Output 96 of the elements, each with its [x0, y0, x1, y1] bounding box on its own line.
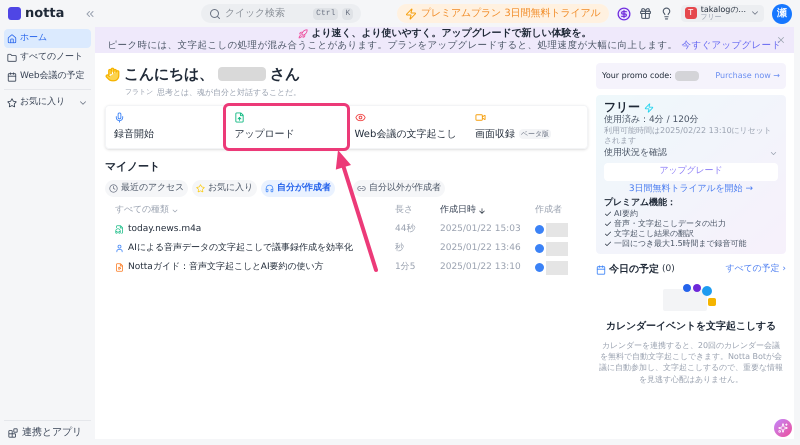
calendar-icon	[7, 72, 17, 82]
bolt-icon	[405, 8, 418, 20]
upgrade-link[interactable]: 今すぐアップグレード	[682, 40, 782, 52]
shortcut-key: Ctrl	[313, 8, 338, 20]
clock-icon	[109, 184, 118, 193]
creator-avatar	[535, 225, 544, 234]
folder-icon	[7, 52, 17, 62]
blurred-name	[546, 260, 568, 274]
headphones-icon	[265, 184, 274, 193]
link-icon	[357, 184, 366, 193]
calendar-icon	[596, 264, 606, 274]
section-title: マイノート	[105, 158, 161, 174]
note-date: 2025/01/22 13:10	[440, 260, 521, 274]
feature-item: 音声・文字起こしデータの出力	[614, 219, 726, 229]
sort-arrow-icon	[478, 207, 486, 215]
plan-name: フリー	[604, 100, 640, 114]
creator-avatar	[535, 263, 544, 272]
blurred-name	[546, 242, 568, 256]
feature-item: AI要約	[614, 209, 638, 219]
action-card[interactable]: 録音開始	[106, 106, 226, 148]
action-card[interactable]: アップロード	[226, 106, 346, 148]
note-length: 秒	[395, 242, 404, 255]
filter-tab[interactable]: 自分以外が作成者	[353, 180, 445, 197]
bolt-icon	[644, 102, 654, 112]
note-title[interactable]: AIによる音声データの文字起こしで議事録作成を効率化	[128, 242, 353, 256]
column-header: 長さ	[395, 204, 413, 218]
search-input[interactable]: クイック検索	[225, 6, 310, 21]
favorites-item[interactable]: お気に入り	[4, 93, 91, 112]
usage-toggle[interactable]: 使用状況を確認	[604, 148, 778, 160]
banner-title: より速く、より使いやすく。アップグレードで新しい体験を。	[312, 28, 592, 40]
star-icon	[7, 98, 17, 108]
schedule-title: 今日の予定	[609, 262, 659, 277]
greeting-text: こんにちは、	[124, 64, 214, 85]
note-title[interactable]: today.news.m4a	[128, 222, 202, 236]
user-avatar[interactable]: 瀬	[772, 4, 792, 24]
action-label: 画面収録	[474, 128, 515, 142]
blurred-code	[674, 71, 699, 81]
mic-icon	[114, 112, 125, 122]
sidebar-item[interactable]: すべてのノート	[4, 48, 91, 67]
note-title[interactable]: Nottaガイド：音声文字起こしとAI要約の使い方	[128, 260, 324, 274]
video-file-icon	[115, 263, 124, 272]
coin-icon[interactable]	[616, 6, 631, 20]
action-label: Web会議の文字起こし	[354, 128, 456, 142]
blurred-name	[218, 67, 266, 82]
shortcut-key: K	[342, 8, 354, 20]
audio-file-icon	[115, 225, 124, 234]
filter-tab[interactable]: お気に入り	[192, 180, 257, 197]
calendar-heading: カレンダーイベントを文字起こしする	[605, 319, 777, 334]
sidebar-item[interactable]: Web会議の予定	[4, 67, 91, 86]
filter-tab[interactable]: 自分が作成者	[261, 180, 335, 197]
trial-link[interactable]: 3日間無料トライアルを開始 →	[604, 184, 778, 195]
hand-icon	[105, 66, 120, 82]
video-camera-icon	[474, 112, 486, 122]
rocket-icon	[298, 29, 308, 40]
greeting-suffix: さん	[270, 64, 300, 85]
usage-text: 使用済み：4分 / 120分	[604, 115, 700, 126]
app-logo: notta	[25, 4, 64, 23]
integrations-item[interactable]: 連携とアプリ	[4, 424, 91, 441]
workspace-initial: T	[684, 7, 697, 20]
filter-tab[interactable]: 最近のアクセス	[105, 180, 188, 197]
features-title: プレミアム機能：	[604, 198, 677, 209]
note-date: 2025/01/22 13:46	[440, 242, 521, 255]
note-length: 44秒	[395, 222, 416, 236]
schedule-count: (0)	[662, 262, 675, 276]
column-header: 作成者	[535, 204, 562, 218]
all-schedules-link[interactable]: すべての予定 ›	[726, 262, 786, 276]
quote-text: 思考とは、魂が自分と対話することだ。	[157, 86, 301, 98]
caret-icon	[171, 207, 179, 215]
logo-icon	[8, 7, 21, 20]
banner-text: ピーク時には、文字起こしの処理が混み合うことがあります。プランをアップグレードすると、処理速度が大幅に向上します。	[108, 40, 678, 52]
creator-avatar	[535, 244, 544, 253]
reset-note: 利用可能時間は2025/02/22 13:10にリセットされます	[604, 126, 773, 146]
note-date: 2025/01/22 15:03	[440, 222, 521, 236]
feature-item: 文字起こし結果の翻訳	[614, 229, 694, 239]
action-label: 録音開始	[114, 128, 154, 142]
gift-icon[interactable]	[638, 7, 652, 20]
note-length: 1分5	[395, 260, 416, 274]
lightbulb-icon[interactable]	[660, 7, 673, 20]
promo-label: Your promo code:	[602, 70, 672, 82]
column-header[interactable]: 作成日時	[440, 204, 476, 218]
feature-item: 一回につき最大1.5時間まで録音可能	[614, 239, 747, 249]
account-name: takalogの...	[700, 6, 746, 14]
calendar-description: カレンダーを連携すると、20回のカレンダー会議を無料で自動文字起こしできます。Notta Botが会議に自動参加し、文字起こしするので、重要な情報を見逃す心配はありません。	[598, 340, 784, 385]
star-icon	[196, 184, 205, 193]
blurred-name	[546, 222, 568, 236]
search-field[interactable]: クイック検索 Ctrl K	[201, 4, 362, 23]
blocks-icon	[8, 428, 18, 438]
home-icon	[7, 34, 17, 44]
action-card[interactable]: Web会議の文字起こし	[346, 106, 467, 148]
file-upload-icon	[234, 112, 246, 122]
person-icon	[115, 244, 124, 253]
sparkle-icon	[778, 423, 788, 433]
eye-icon	[354, 112, 366, 122]
action-label: アップロード	[234, 128, 294, 142]
search-icon	[209, 8, 222, 20]
sidebar-item[interactable]: ホーム	[4, 29, 91, 48]
